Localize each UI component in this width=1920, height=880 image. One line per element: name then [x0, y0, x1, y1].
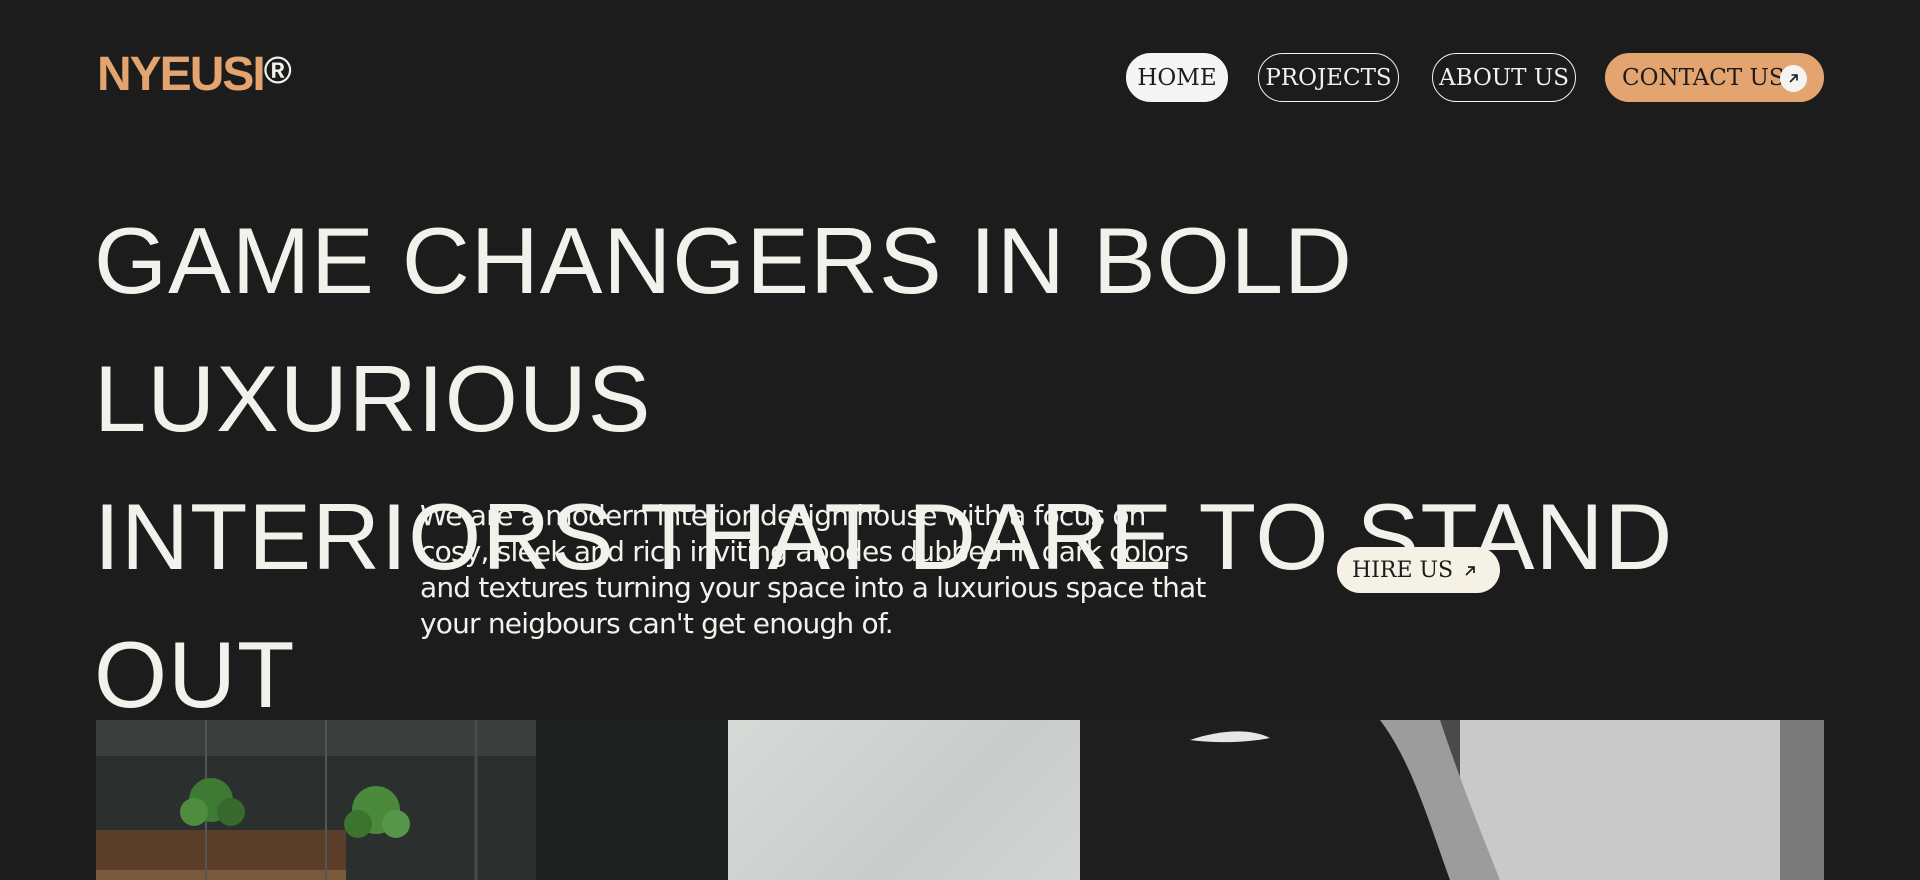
hero-headline: GAME CHANGERS IN BOLD LUXURIOUS INTERIOR… [94, 192, 1874, 744]
wall-texture-image [728, 720, 1080, 880]
nav-contact-us[interactable]: CONTACT US [1605, 53, 1824, 102]
kitchen-image [96, 720, 728, 880]
page: NYEUSI® HOME PROJECTS ABOUT US CONTACT U… [0, 0, 1920, 880]
brand-name: NYEUSI [97, 48, 266, 101]
arrow-up-right-icon [1462, 560, 1478, 585]
nav-home[interactable]: HOME [1126, 53, 1228, 102]
gallery-strip [96, 720, 1824, 880]
registered-mark: ® [263, 50, 292, 92]
hire-us-label: HIRE US [1352, 557, 1454, 583]
hero-intro: We are a modern interior design house wi… [420, 499, 1206, 640]
nav-projects-label: PROJECTS [1265, 64, 1392, 91]
arrow-up-right-icon [1780, 65, 1807, 92]
brand-logo[interactable]: NYEUSI® [97, 46, 292, 104]
headline-line-1: GAME CHANGERS IN BOLD LUXURIOUS [94, 208, 1353, 451]
nav-about-label: ABOUT US [1439, 64, 1569, 91]
nav-about-us[interactable]: ABOUT US [1432, 53, 1576, 102]
nav-home-label: HOME [1137, 64, 1217, 91]
nav-projects[interactable]: PROJECTS [1258, 53, 1399, 102]
portrait-image [1080, 720, 1824, 880]
nav-contact-label: CONTACT US [1622, 64, 1785, 91]
hire-us-button[interactable]: HIRE US [1337, 547, 1500, 593]
